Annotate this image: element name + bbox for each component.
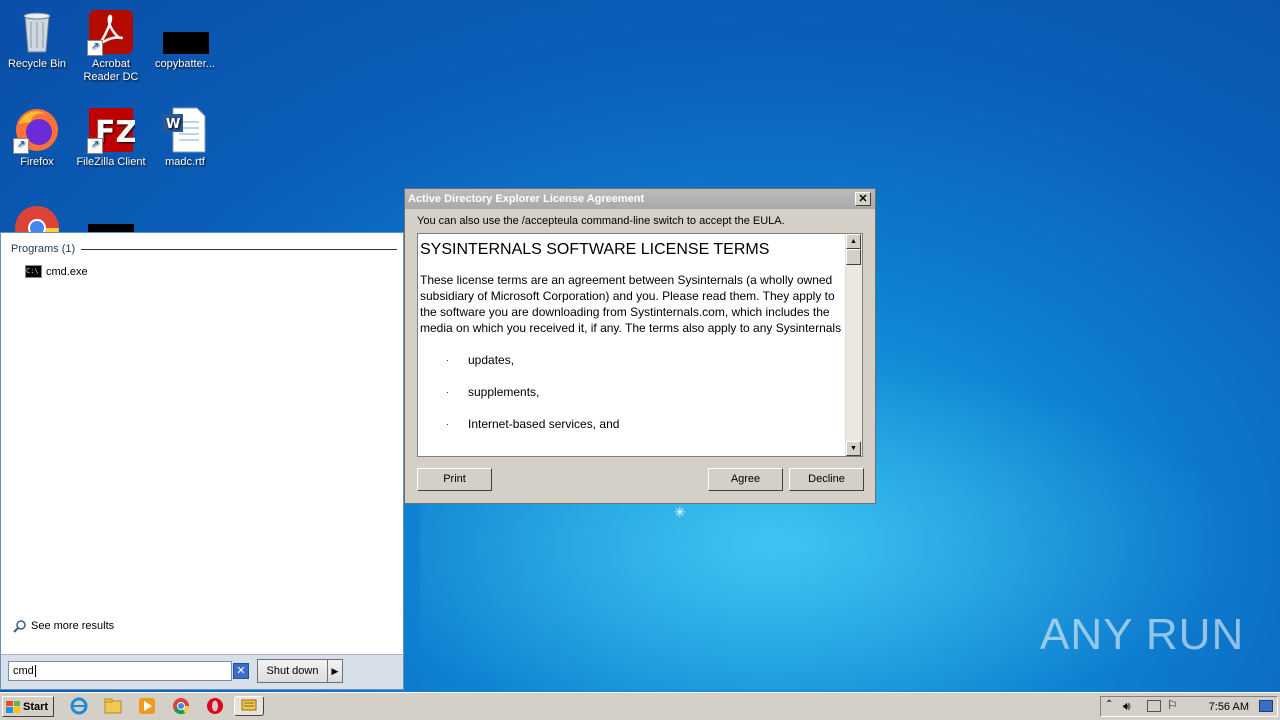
firefox-icon: ↗	[13, 106, 61, 154]
shortcut-arrow-icon: ↗	[87, 40, 103, 56]
shortcut-arrow-icon: ↗	[13, 138, 29, 154]
windows-logo-icon	[6, 700, 20, 713]
desktop-icon-acrobat[interactable]: ↗ Acrobat Reader DC	[74, 4, 148, 84]
black-file-icon	[161, 8, 209, 56]
search-input-value: cmd	[13, 665, 34, 677]
group-divider	[81, 248, 397, 250]
ad-explorer-icon	[241, 699, 257, 711]
license-text-box[interactable]: SYSINTERNALS SOFTWARE LICENSE TERMS Thes…	[417, 233, 863, 457]
programs-group-label: Programs (1)	[11, 243, 76, 255]
black-file-icon	[88, 224, 134, 232]
bullet-dot: ·	[446, 387, 449, 397]
scroll-down-arrow-icon[interactable]: ▼	[846, 441, 861, 456]
desktop-icon-label: copybatter...	[155, 58, 215, 70]
desktop-icon-label: Recycle Bin	[7, 58, 67, 70]
show-desktop-icon[interactable]	[1259, 700, 1273, 712]
print-button[interactable]: Print	[417, 468, 492, 491]
cmd-icon: C:\	[25, 265, 42, 278]
anyrun-watermark: ANY RUN	[1040, 610, 1245, 659]
program-result-label: cmd.exe	[46, 265, 88, 278]
explorer-folder-icon[interactable]	[104, 697, 122, 715]
start-menu-bottom-bar: cmd ✕ Shut down ▶	[1, 654, 403, 689]
desktop-icon-filezilla[interactable]: FZ ↗ FileZilla Client	[74, 102, 148, 169]
bullet-text: Internet-based services, and	[468, 417, 620, 431]
program-result-cmd[interactable]: C:\ cmd.exe	[25, 265, 88, 278]
desktop-icon-label: Firefox	[20, 156, 54, 168]
desktop-icon-label: FileZilla Client	[76, 156, 146, 168]
bullet-dot: ·	[446, 355, 449, 365]
desktop-icon-copybattery[interactable]: copybatter...	[148, 4, 222, 71]
volume-icon[interactable]: 🔊︎	[1123, 699, 1131, 714]
network-icon[interactable]	[1147, 700, 1161, 712]
clock[interactable]: 7:56 AM	[1209, 701, 1249, 713]
active-window-button[interactable]	[234, 696, 264, 716]
scroll-thumb[interactable]	[846, 249, 861, 265]
decline-button[interactable]: Decline	[789, 468, 864, 491]
shutdown-button-group: Shut down ▶	[257, 659, 343, 683]
chrome-taskbar-icon[interactable]	[172, 697, 190, 715]
acrobat-icon: ↗	[87, 8, 135, 56]
start-search-input[interactable]: cmd	[8, 661, 232, 681]
accepteula-hint: You can also use the /accepteula command…	[417, 215, 785, 227]
license-agreement-dialog: Active Directory Explorer License Agreem…	[404, 188, 876, 504]
desktop-icon-label: madc.rtf	[165, 156, 205, 168]
shutdown-options-arrow-icon[interactable]: ▶	[328, 660, 342, 682]
start-button[interactable]: Start	[2, 696, 54, 717]
dialog-title: Active Directory Explorer License Agreem…	[408, 193, 645, 205]
opera-icon[interactable]	[206, 697, 224, 715]
bullet-text: updates,	[468, 353, 515, 367]
text-caret	[34, 665, 36, 677]
license-bullet: · updates,	[420, 352, 846, 368]
filezilla-icon: FZ ↗	[87, 106, 137, 154]
programs-group-header: Programs (1)	[11, 243, 397, 255]
license-bullet: · supplements,	[420, 384, 846, 400]
media-player-icon[interactable]	[138, 697, 156, 715]
search-icon	[13, 620, 26, 633]
desktop-icon-recycle-bin[interactable]: Recycle Bin	[0, 4, 74, 71]
desktop-icon-madc-rtf[interactable]: W madc.rtf	[148, 102, 222, 169]
scroll-up-arrow-icon[interactable]: ▲	[846, 234, 861, 249]
svg-text:W: W	[166, 117, 180, 132]
system-tray: ⌃ 🔊︎ ⚐ 7:56 AM	[1100, 696, 1278, 717]
bullet-dot: ·	[446, 419, 449, 429]
recycle-bin-icon	[13, 8, 61, 56]
busy-cursor-icon: ✳	[674, 504, 686, 520]
license-heading: SYSINTERNALS SOFTWARE LICENSE TERMS	[420, 241, 770, 258]
action-center-flag-icon[interactable]: ⚐	[1167, 698, 1178, 712]
show-hidden-icons-chevron-icon[interactable]: ⌃	[1105, 699, 1113, 710]
close-icon[interactable]: ✕	[855, 192, 871, 206]
agree-button[interactable]: Agree	[708, 468, 783, 491]
shortcut-arrow-icon: ↗	[87, 138, 103, 154]
shutdown-button[interactable]: Shut down	[258, 660, 328, 682]
start-label: Start	[23, 700, 49, 713]
license-bullet: · Internet-based services, and	[420, 416, 846, 432]
license-scrollbar[interactable]: ▲ ▼	[845, 234, 862, 456]
see-more-results-link[interactable]: See more results	[13, 619, 114, 633]
see-more-label: See more results	[31, 620, 115, 632]
desktop-icon-label: Acrobat Reader DC	[83, 58, 139, 83]
taskbar: Start ⌃ 🔊︎ ⚐ 7:56 AM	[0, 692, 1280, 720]
dialog-titlebar[interactable]: Active Directory Explorer License Agreem…	[405, 189, 875, 209]
start-menu: Programs (1) C:\ cmd.exe See more result…	[0, 232, 404, 690]
bullet-text: supplements,	[468, 385, 540, 399]
clear-search-button[interactable]: ✕	[233, 663, 249, 679]
license-paragraph: These license terms are an agreement bet…	[420, 273, 842, 335]
license-content: SYSINTERNALS SOFTWARE LICENSE TERMS Thes…	[420, 242, 846, 448]
word-document-icon: W	[161, 106, 209, 154]
desktop-icon-firefox[interactable]: ↗ Firefox	[0, 102, 74, 169]
internet-explorer-icon[interactable]	[70, 697, 88, 715]
